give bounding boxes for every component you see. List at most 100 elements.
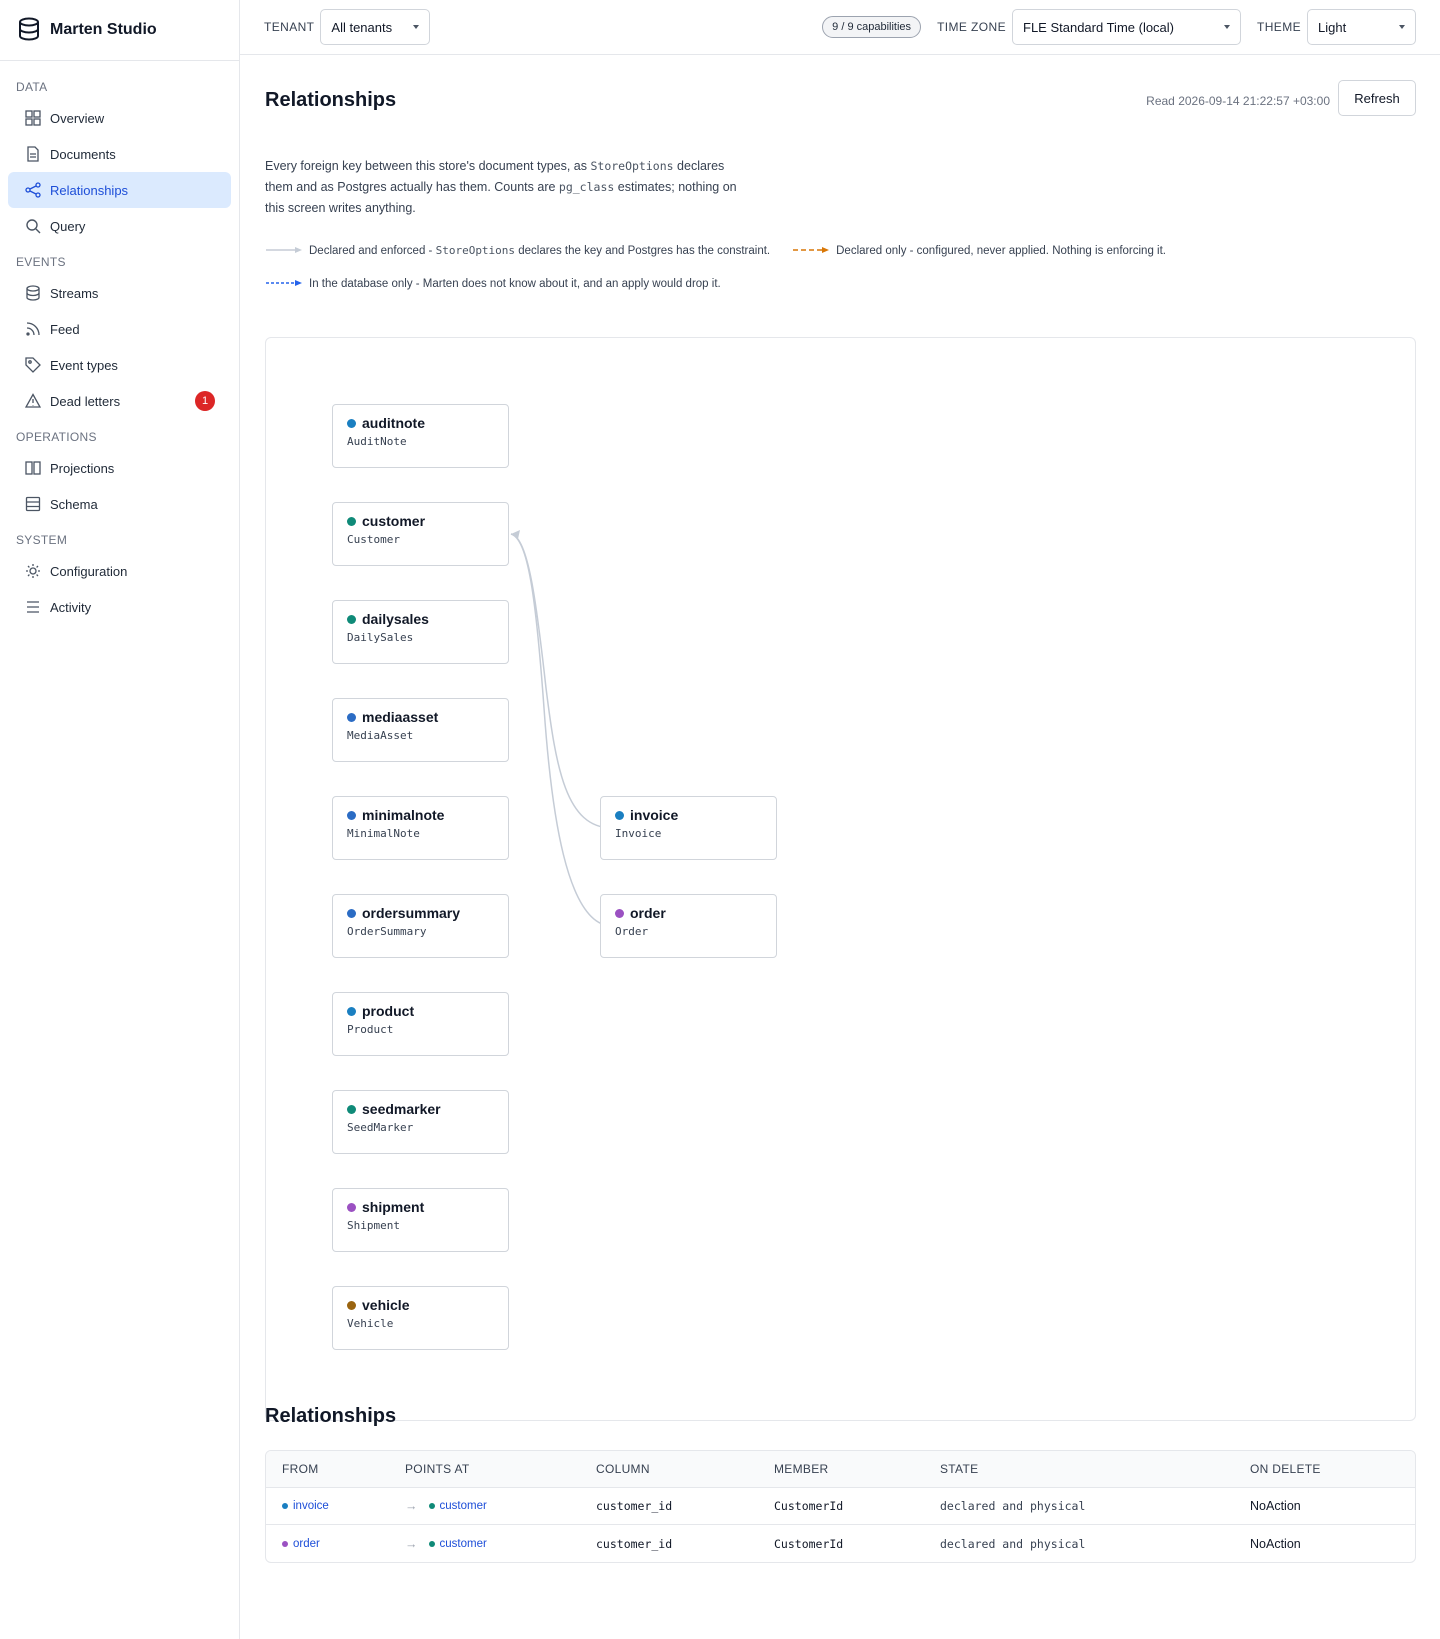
- sidebar-item-streams[interactable]: Streams: [8, 275, 231, 311]
- graph-node-invoice[interactable]: invoice Invoice: [600, 796, 777, 860]
- tenant-select-value: All tenants: [331, 19, 393, 35]
- node-color-dot: [347, 712, 356, 722]
- brand[interactable]: Marten Studio: [0, 0, 239, 61]
- capabilities-badge[interactable]: 9 / 9 capabilities: [822, 16, 922, 38]
- graph-node-product[interactable]: product Product: [332, 992, 509, 1056]
- legend-enforced: Declared and enforced - StoreOptions dec…: [309, 244, 770, 257]
- graph-node-ordersummary[interactable]: ordersummary OrderSummary: [332, 894, 509, 958]
- node-color-dot: [615, 810, 624, 820]
- sidebar-item-activity[interactable]: Activity: [8, 589, 231, 625]
- node-color-dot: [347, 418, 356, 428]
- node-type: AuditNote: [347, 435, 407, 448]
- graph-node-shipment[interactable]: shipment Shipment: [332, 1188, 509, 1252]
- graph-node-customer[interactable]: customer Customer: [332, 502, 509, 566]
- share-icon: [24, 181, 42, 199]
- sidebar-item-configuration[interactable]: Configuration: [8, 553, 231, 589]
- sidebar-item-event-types[interactable]: Event types: [8, 347, 231, 383]
- nav-section-operations: OPERATIONS: [16, 430, 97, 444]
- legend-dotted-blue-icon: [265, 278, 303, 290]
- sidebar-item-relationships[interactable]: Relationships: [8, 172, 231, 208]
- tenant-label: TENANT: [264, 20, 315, 34]
- cell-state: declared and physical: [940, 1536, 1086, 1551]
- legend-db-only: In the database only - Marten does not k…: [309, 278, 721, 290]
- legend-dashed-orange-icon: [792, 245, 830, 257]
- sidebar-item-label: Query: [50, 218, 86, 234]
- sidebar-item-feed[interactable]: Feed: [8, 311, 231, 347]
- topbar: TENANT All tenants 9 / 9 capabilities TI…: [240, 0, 1440, 55]
- database-logo-icon: [18, 17, 40, 44]
- to-link[interactable]: customer: [440, 1538, 487, 1550]
- node-label: order: [630, 905, 666, 921]
- sidebar-item-query[interactable]: Query: [8, 208, 231, 244]
- node-color-dot: [615, 908, 624, 918]
- graph-node-dailysales[interactable]: dailysales DailySales: [332, 600, 509, 664]
- graph-node-order[interactable]: order Order: [600, 894, 777, 958]
- nav-section-system: SYSTEM: [16, 533, 68, 547]
- tenant-select[interactable]: All tenants: [320, 9, 431, 45]
- node-color-dot: [347, 516, 356, 526]
- column-header: COLUMN: [596, 1462, 650, 1476]
- from-link[interactable]: invoice: [293, 1500, 329, 1512]
- page-title: Relationships: [265, 89, 397, 111]
- sidebar-item-dead-letters[interactable]: Dead letters 1: [8, 383, 231, 419]
- theme-select[interactable]: Light: [1307, 9, 1416, 45]
- sidebar-item-documents[interactable]: Documents: [8, 136, 231, 172]
- intro-part: Every foreign key between this store's d…: [265, 159, 591, 173]
- node-type: SeedMarker: [347, 1121, 414, 1134]
- arrow-right-icon: →: [405, 1499, 418, 1513]
- graph-node-mediaasset[interactable]: mediaasset MediaAsset: [332, 698, 509, 762]
- node-color-dot: [347, 810, 356, 820]
- sidebar-item-label: Event types: [50, 357, 118, 373]
- refresh-button[interactable]: Refresh: [1338, 80, 1416, 116]
- arrow-right-icon: →: [405, 1536, 418, 1551]
- node-name: ordersummary: [347, 905, 494, 921]
- from-link[interactable]: order: [293, 1538, 320, 1550]
- database-icon: [24, 284, 42, 302]
- read-timestamp: Read 2026-09-14 21:22:57 +03:00: [1146, 94, 1330, 108]
- column-header: ON DELETE: [1250, 1462, 1321, 1476]
- sidebar-item-label: Streams: [50, 285, 99, 301]
- layers-icon: [24, 495, 42, 513]
- node-label: shipment: [362, 1199, 425, 1215]
- graph-edges: [510, 530, 613, 927]
- graph-node-minimalnote[interactable]: minimalnote MinimalNote: [332, 796, 509, 860]
- legend-text: Declared and enforced -: [309, 245, 436, 257]
- sidebar-item-projections[interactable]: Projections: [8, 450, 231, 486]
- legend-code: StoreOptions: [435, 244, 516, 257]
- edge-order-customer: [510, 533, 613, 927]
- node-name: order: [615, 905, 762, 921]
- graph-node-seedmarker[interactable]: seedmarker SeedMarker: [332, 1090, 509, 1154]
- app-title: Marten Studio: [50, 21, 157, 38]
- graph-node-vehicle[interactable]: vehicle Vehicle: [332, 1286, 509, 1350]
- legend-text: declares the key and Postgres has the co…: [515, 245, 771, 257]
- legend-row: In the database only - Marten does not k…: [265, 278, 721, 290]
- edge-invoice-customer: [510, 533, 613, 829]
- intro-code: StoreOptions: [590, 159, 674, 173]
- node-type: Customer: [347, 533, 400, 546]
- node-type: MediaAsset: [347, 729, 414, 742]
- graph-node-auditnote[interactable]: auditnote AuditNote: [332, 404, 509, 468]
- from-color-dot: [282, 1540, 288, 1547]
- node-label: ordersummary: [362, 905, 461, 921]
- dead-letters-count-badge: 1: [195, 391, 215, 411]
- node-color-dot: [347, 614, 356, 624]
- node-name: auditnote: [347, 415, 494, 431]
- node-type: OrderSummary: [347, 925, 427, 938]
- theme-label: THEME: [1257, 20, 1301, 34]
- node-label: product: [362, 1003, 415, 1019]
- table-title: Relationships: [265, 1405, 397, 1427]
- node-label: seedmarker: [362, 1101, 441, 1117]
- to-link[interactable]: customer: [440, 1500, 487, 1512]
- sidebar-item-schema[interactable]: Schema: [8, 486, 231, 522]
- cell-from: invoice: [266, 1500, 405, 1512]
- column-header: FROM: [282, 1462, 319, 1476]
- column-header: POINTS AT: [405, 1462, 470, 1476]
- cell-column: customer_id: [596, 1536, 673, 1551]
- timezone-select[interactable]: FLE Standard Time (local): [1012, 9, 1241, 45]
- sidebar-item-overview[interactable]: Overview: [8, 100, 231, 136]
- timezone-select-value: FLE Standard Time (local): [1023, 19, 1175, 35]
- chevron-down-icon: [1224, 25, 1230, 29]
- column-header: MEMBER: [774, 1462, 829, 1476]
- cell-points-at: → customer: [405, 1537, 596, 1551]
- sidebar-item-label: Relationships: [50, 182, 129, 198]
